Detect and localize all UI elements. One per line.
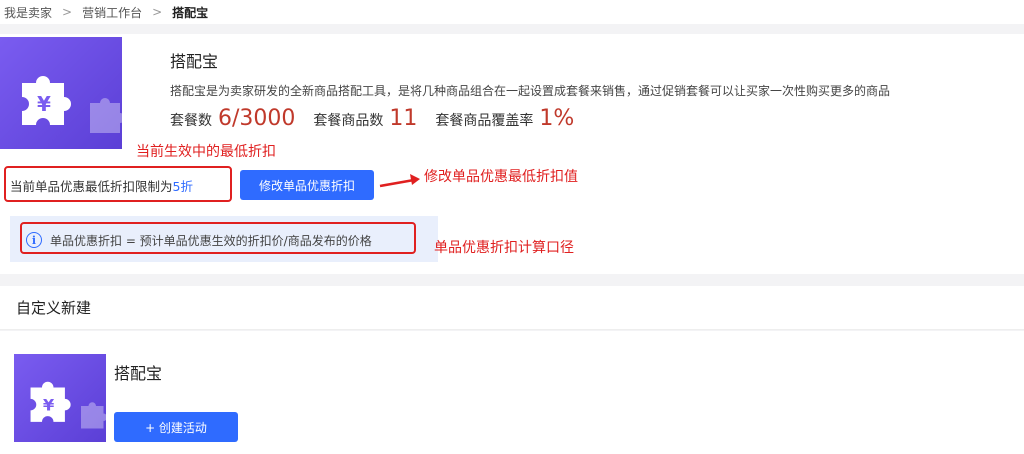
custom-product-image: ¥: [14, 354, 106, 442]
annotation-current-min: 当前生效中的最低折扣: [136, 144, 276, 160]
annotation-box-formula: [20, 222, 416, 254]
stat-coverage: 套餐商品覆盖率 1%: [435, 106, 574, 131]
product-description: 搭配宝是为卖家研发的全新商品搭配工具，是将几种商品组合在一起设置成套餐来销售，通…: [170, 84, 891, 98]
edit-discount-button[interactable]: 修改单品优惠折扣: [240, 170, 374, 200]
stat-label: 套餐商品数: [313, 113, 384, 129]
puzzle-yuan-icon: ¥: [22, 76, 71, 125]
product-title: 搭配宝: [170, 52, 219, 71]
product-image: ¥: [0, 37, 122, 149]
stat-value: 1%: [539, 106, 575, 131]
annotation-edit-min: 修改单品优惠最低折扣值: [424, 169, 578, 185]
breadcrumb-item-current: 搭配宝: [172, 5, 209, 20]
discount-limit-label: 当前单品优惠最低折扣限制为: [10, 179, 173, 194]
svg-text:¥: ¥: [43, 395, 55, 414]
breadcrumb-separator: >: [152, 5, 163, 19]
breadcrumb: 我是卖家 > 营销工作台 > 搭配宝: [0, 0, 1024, 24]
stat-label: 套餐商品覆盖率: [435, 113, 534, 129]
stat-label: 套餐数: [170, 113, 212, 129]
stats-row: 套餐数 6/3000 套餐商品数 11 套餐商品覆盖率 1%: [170, 106, 592, 131]
puzzle-yuan-icon: ¥: [30, 381, 71, 422]
breadcrumb-item-marketing[interactable]: 营销工作台: [82, 4, 142, 21]
puzzle-piece-icon: [81, 402, 106, 429]
discount-limit-text: 当前单品优惠最低折扣限制为5折: [10, 176, 193, 195]
puzzle-piece-icon: [90, 98, 122, 133]
discount-limit-value: 5折: [172, 179, 193, 194]
breadcrumb-item-seller[interactable]: 我是卖家: [4, 4, 52, 21]
breadcrumb-separator: >: [62, 5, 73, 19]
create-activity-button[interactable]: + 创建活动: [114, 412, 238, 442]
arrow-icon: [379, 174, 420, 188]
section-title: 自定义新建: [0, 286, 1024, 330]
custom-card-title: 搭配宝: [114, 364, 163, 383]
svg-text:¥: ¥: [37, 92, 51, 116]
stat-value: 6/3000: [218, 106, 296, 131]
stat-package-count: 套餐数 6/3000: [170, 106, 295, 131]
stat-package-items: 套餐商品数 11: [313, 106, 417, 131]
annotation-formula-note: 单品优惠折扣计算口径: [434, 240, 574, 256]
stat-value: 11: [389, 106, 418, 131]
